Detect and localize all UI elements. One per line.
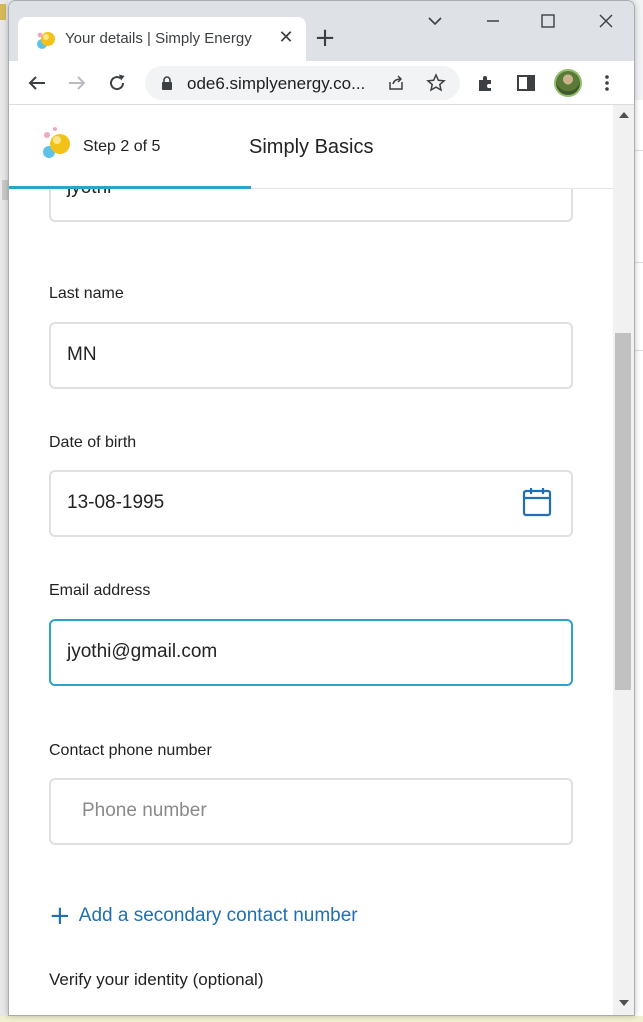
add-secondary-contact-label: Add a secondary contact number: [78, 905, 358, 926]
close-icon[interactable]: [594, 9, 618, 33]
maximize-icon[interactable]: [536, 9, 560, 33]
calendar-icon[interactable]: [521, 486, 553, 518]
plus-icon: +: [49, 901, 71, 931]
last-name-field[interactable]: MN: [49, 322, 573, 389]
url-text: ode6.simplyenergy.co...: [187, 74, 366, 93]
star-icon[interactable]: [426, 73, 446, 93]
dob-field[interactable]: 13-08-1995: [49, 470, 573, 537]
verify-identity-heading: Verify your identity (optional): [49, 970, 264, 989]
back-icon[interactable]: [25, 71, 49, 95]
reload-icon[interactable]: [105, 71, 129, 95]
last-name-label: Last name: [49, 285, 124, 302]
background-folder-icon: [0, 4, 6, 20]
menu-icon[interactable]: [595, 71, 619, 95]
share-icon[interactable]: [386, 73, 406, 93]
address-bar[interactable]: ode6.simplyenergy.co...: [145, 66, 460, 100]
chevron-down-icon[interactable]: [423, 9, 447, 33]
phone-field[interactable]: Phone number: [49, 778, 573, 845]
email-field[interactable]: jyothi@gmail.com: [49, 619, 573, 686]
browser-window: Your details | Simply Energy ✕ + ode6.si…: [8, 0, 635, 1016]
background-window-edge: [0, 0, 8, 1022]
tab-close-icon[interactable]: ✕: [276, 28, 296, 48]
lock-icon[interactable]: [159, 75, 175, 91]
tab-title: Your details | Simply Energy: [65, 30, 252, 47]
phone-placeholder: Phone number: [82, 800, 207, 821]
last-name-value: MN: [67, 344, 97, 365]
step-title: Simply Basics: [249, 136, 374, 158]
scroll-down-arrow-icon[interactable]: [619, 1000, 629, 1006]
extensions-icon[interactable]: [474, 71, 498, 95]
step-counter: Step 2 of 5: [83, 138, 161, 155]
browser-tab[interactable]: Your details | Simply Energy ✕: [18, 17, 306, 61]
new-tab-button[interactable]: +: [313, 25, 337, 51]
simply-energy-logo-icon: [43, 127, 70, 158]
forward-icon[interactable]: [65, 71, 89, 95]
dob-value: 13-08-1995: [67, 492, 165, 513]
sidepanel-icon[interactable]: [514, 71, 538, 95]
phone-label: Contact phone number: [49, 742, 212, 759]
scroll-thumb[interactable]: [615, 333, 631, 690]
simply-energy-favicon-icon: [37, 32, 55, 49]
browser-toolbar: ode6.simplyenergy.co...: [9, 61, 634, 105]
title-bar: Your details | Simply Energy ✕ +: [9, 1, 634, 61]
dob-label: Date of birth: [49, 434, 137, 451]
email-value: jyothi@gmail.com: [67, 641, 218, 662]
step-progress-bar: [9, 186, 251, 189]
profile-avatar[interactable]: [554, 69, 582, 97]
step-header: Step 2 of 5 Simply Basics: [9, 105, 613, 189]
background-taskbar-strip: [0, 1016, 643, 1022]
add-secondary-contact-link[interactable]: + Add a secondary contact number: [49, 901, 358, 931]
email-label: Email address: [49, 582, 151, 599]
scroll-up-arrow-icon[interactable]: [619, 112, 629, 118]
minimize-icon[interactable]: [481, 9, 505, 33]
page-content: Step 2 of 5 Simply Basics jyothi Last na…: [9, 105, 613, 1015]
page-scrollbar[interactable]: [613, 105, 634, 1015]
